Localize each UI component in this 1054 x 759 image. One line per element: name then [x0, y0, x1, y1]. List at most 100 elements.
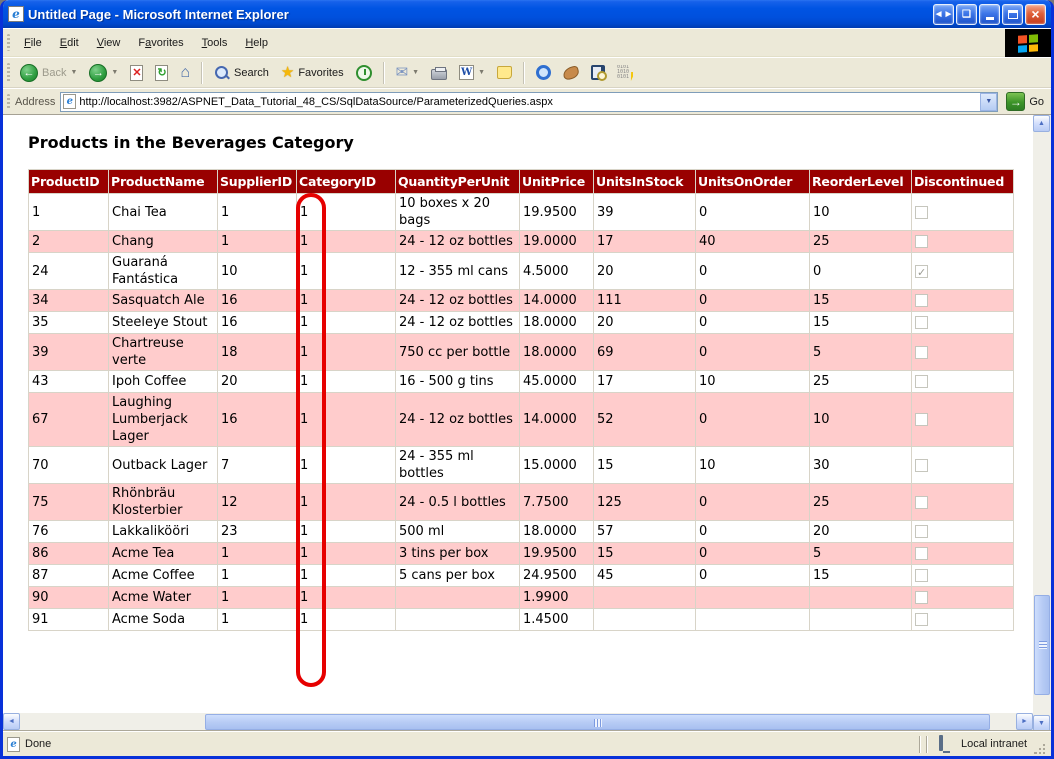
minimize-button[interactable] — [979, 4, 1000, 25]
cell-discontinued — [912, 393, 1014, 447]
discontinued-checkbox[interactable] — [915, 375, 928, 388]
table-row: 91Acme Soda111.4500 — [29, 609, 1014, 631]
discontinued-checkbox[interactable] — [915, 569, 928, 582]
discontinued-checkbox[interactable] — [915, 316, 928, 329]
discontinued-checkbox[interactable] — [915, 591, 928, 604]
edit-dropdown-icon[interactable]: ▼ — [478, 69, 485, 76]
discontinued-checkbox[interactable] — [915, 346, 928, 359]
menu-item-file[interactable]: File — [15, 33, 51, 53]
cell-reorderlevel: 5 — [810, 334, 912, 371]
discontinued-checkbox[interactable] — [915, 547, 928, 560]
horizontal-scroll-thumb[interactable] — [205, 714, 990, 730]
cell-productname: Laughing Lumberjack Lager — [109, 393, 218, 447]
mail-button[interactable]: ✉ ▼ — [391, 63, 425, 82]
column-header-productname: ProductName — [109, 170, 218, 194]
discontinued-checkbox[interactable] — [915, 294, 928, 307]
favorites-button[interactable]: ★ Favorites — [276, 63, 349, 82]
menu-item-view[interactable]: View — [88, 33, 130, 53]
data-debug-button[interactable]: 010110100101 — [612, 63, 638, 83]
edit-with-word-button[interactable]: W ▼ — [454, 63, 490, 82]
menu-item-help[interactable]: Help — [236, 33, 277, 53]
discontinued-checkbox[interactable] — [915, 206, 928, 219]
cell-unitprice: 14.0000 — [520, 290, 594, 312]
cell-unitprice: 7.7500 — [520, 484, 594, 521]
cell-reorderlevel: 20 — [810, 521, 912, 543]
discontinued-checkbox[interactable] — [915, 613, 928, 626]
discontinued-checkbox[interactable] — [915, 235, 928, 248]
address-dropdown-button[interactable]: ▼ — [980, 93, 997, 111]
toolbar-grip-2[interactable] — [7, 63, 10, 82]
cell-unitsonorder: 0 — [696, 253, 810, 290]
maximize-button[interactable] — [1002, 4, 1023, 25]
pan-buttons-icon[interactable]: ◄► — [933, 4, 954, 25]
home-button[interactable]: ⌂ — [175, 63, 195, 83]
research-book-button[interactable] — [586, 63, 610, 82]
close-button[interactable]: × — [1025, 4, 1046, 25]
mail-dropdown-icon[interactable]: ▼ — [412, 69, 419, 76]
cell-unitsinstock: 20 — [594, 253, 696, 290]
cell-unitprice: 19.9500 — [520, 194, 594, 231]
cell-unitsinstock: 15 — [594, 447, 696, 484]
forward-dropdown-icon[interactable]: ▼ — [111, 69, 118, 76]
detach-window-icon[interactable]: ❏ — [956, 4, 977, 25]
resize-grip[interactable] — [1034, 743, 1047, 756]
menu-item-tools[interactable]: Tools — [193, 33, 237, 53]
discuss-button[interactable] — [492, 64, 517, 81]
table-row: 1Chai Tea1110 boxes x 20 bags19.95003901… — [29, 194, 1014, 231]
discontinued-checkbox[interactable] — [915, 459, 928, 472]
address-input[interactable]: e http://localhost:3982/ASPNET_Data_Tuto… — [60, 92, 998, 112]
forward-button[interactable]: → ▼ — [84, 62, 123, 84]
toolbar-grip[interactable] — [7, 34, 10, 51]
cell-unitprice: 18.0000 — [520, 334, 594, 371]
title-bar: e Untitled Page - Microsoft Internet Exp… — [3, 0, 1051, 28]
scroll-left-icon[interactable]: ◄ — [3, 713, 20, 730]
menu-item-edit[interactable]: Edit — [51, 33, 88, 53]
cell-reorderlevel — [810, 587, 912, 609]
cell-unitprice: 15.0000 — [520, 447, 594, 484]
product-rows: 1Chai Tea1110 boxes x 20 bags19.95003901… — [29, 194, 1014, 631]
toolbar-grip-3[interactable] — [7, 94, 10, 109]
cell-unitsonorder: 0 — [696, 194, 810, 231]
cell-productid: 34 — [29, 290, 109, 312]
scroll-right-icon[interactable]: ► — [1016, 713, 1033, 730]
history-button[interactable] — [351, 63, 377, 83]
back-button[interactable]: ← Back ▼ — [15, 62, 82, 84]
cell-categoryid: 1 — [297, 231, 396, 253]
cell-unitsinstock — [594, 587, 696, 609]
cell-unitsinstock: 20 — [594, 312, 696, 334]
local-intranet-icon — [939, 737, 956, 751]
stop-button[interactable]: ✕ — [125, 63, 148, 83]
cell-supplierid: 1 — [218, 194, 297, 231]
refresh-button[interactable]: ↻ — [150, 63, 173, 83]
print-button[interactable] — [426, 64, 452, 82]
cell-productname: Chartreuse verte — [109, 334, 218, 371]
cell-unitsinstock: 39 — [594, 194, 696, 231]
back-dropdown-icon[interactable]: ▼ — [70, 69, 77, 76]
go-button[interactable]: → Go — [1003, 91, 1047, 112]
scroll-down-icon[interactable]: ▼ — [1033, 715, 1050, 732]
research-bird-button[interactable] — [558, 65, 584, 81]
discontinued-checkbox[interactable] — [915, 265, 928, 278]
cell-productid: 35 — [29, 312, 109, 334]
discontinued-checkbox[interactable] — [915, 413, 928, 426]
vertical-scroll-thumb[interactable] — [1034, 595, 1050, 695]
vertical-scrollbar[interactable]: ▲ ▼ — [1033, 115, 1051, 732]
cell-unitsinstock — [594, 609, 696, 631]
cell-discontinued — [912, 484, 1014, 521]
table-row: 70Outback Lager7124 - 355 ml bottles15.0… — [29, 447, 1014, 484]
cell-unitsonorder — [696, 609, 810, 631]
discontinued-checkbox[interactable] — [915, 525, 928, 538]
cell-productname: Acme Soda — [109, 609, 218, 631]
scroll-up-icon[interactable]: ▲ — [1033, 115, 1050, 132]
menu-item-favorites[interactable]: Favorites — [129, 33, 192, 53]
cell-supplierid: 1 — [218, 543, 297, 565]
address-url[interactable]: http://localhost:3982/ASPNET_Data_Tutori… — [79, 96, 977, 108]
messenger-button[interactable] — [531, 63, 556, 82]
cell-reorderlevel: 10 — [810, 393, 912, 447]
cell-quantityperunit: 12 - 355 ml cans — [396, 253, 520, 290]
cell-productname: Acme Tea — [109, 543, 218, 565]
cell-productname: Sasquatch Ale — [109, 290, 218, 312]
discontinued-checkbox[interactable] — [915, 496, 928, 509]
search-button[interactable]: Search — [209, 63, 274, 83]
horizontal-scrollbar[interactable]: ◄ ► — [3, 713, 1033, 731]
